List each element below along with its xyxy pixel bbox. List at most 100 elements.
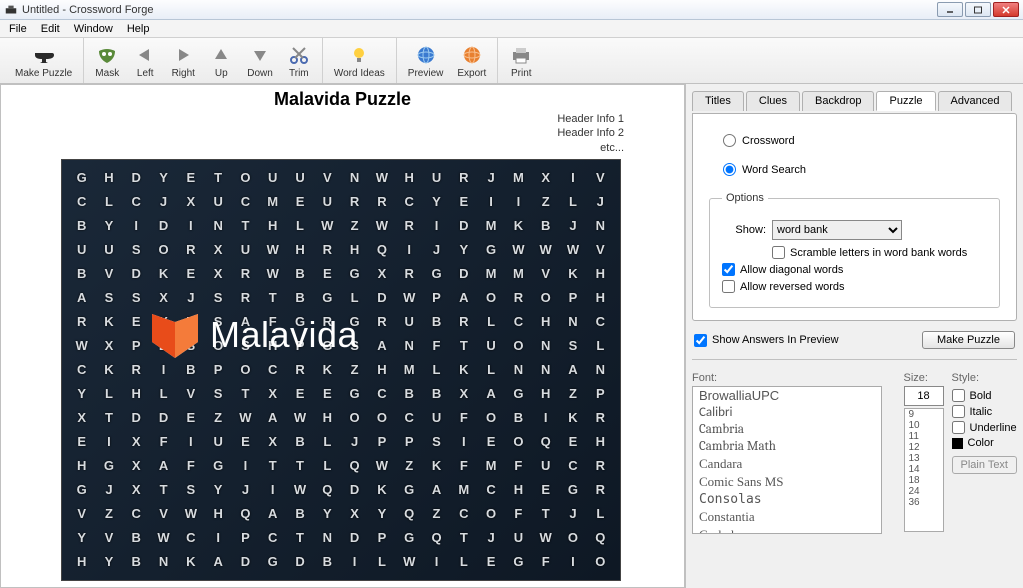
grid-cell: Q [314,478,341,502]
size-item[interactable]: 13 [905,453,943,464]
grid-cell: K [505,214,532,238]
make-puzzle-button[interactable]: Make Puzzle [8,40,79,82]
printer-icon [509,43,533,67]
up-button[interactable]: Up [202,40,240,82]
reversed-checkbox[interactable] [722,280,735,293]
grid-cell: W [368,454,395,478]
color-swatch[interactable] [952,438,963,449]
grid-cell: K [95,310,122,334]
print-button[interactable]: Print [502,40,540,82]
grid-cell: A [150,454,177,478]
grid-cell: A [368,334,395,358]
bold-checkbox[interactable] [952,389,965,402]
minimize-button[interactable] [937,2,963,17]
tab-clues[interactable]: Clues [746,91,800,111]
grid-cell: H [587,262,614,286]
grid-cell: U [423,166,450,190]
italic-checkbox[interactable] [952,405,965,418]
size-item[interactable]: 12 [905,442,943,453]
make-puzzle-button[interactable]: Make Puzzle [922,331,1015,349]
font-item[interactable]: Comic Sans MS [693,473,881,491]
menu-help[interactable]: Help [120,21,157,37]
close-button[interactable] [993,2,1019,17]
font-item[interactable]: Consolas [693,491,881,508]
toolbar-label: Preview [408,68,444,79]
grid-cell: H [505,478,532,502]
trim-button[interactable]: Trim [280,40,318,82]
maximize-button[interactable] [965,2,991,17]
diagonal-checkbox[interactable] [722,263,735,276]
grid-cell: T [95,406,122,430]
grid-cell: G [477,238,504,262]
font-item[interactable]: Candara [693,455,881,473]
grid-cell: L [450,550,477,574]
menu-window[interactable]: Window [67,21,120,37]
grid-cell: H [204,502,231,526]
grid-cell: X [532,166,559,190]
wordsearch-radio[interactable] [723,163,736,176]
grid-cell: Q [232,502,259,526]
size-item[interactable]: 36 [905,497,943,508]
grid-cell: Z [532,190,559,214]
font-item[interactable]: Cambria Math [693,438,881,455]
grid-cell: D [450,214,477,238]
grid-cell: M [505,166,532,190]
plain-text-button[interactable]: Plain Text [952,456,1018,474]
grid-cell: I [177,430,204,454]
tab-backdrop[interactable]: Backdrop [802,91,874,111]
logo-overlay: Malavida [148,308,358,362]
grid-cell: L [587,502,614,526]
grid-cell: A [259,502,286,526]
grid-cell: S [177,478,204,502]
grid-cell: U [423,406,450,430]
grid-cell: C [232,190,259,214]
crossword-radio[interactable] [723,134,736,147]
grid-cell: W [368,214,395,238]
size-item[interactable]: 11 [905,431,943,442]
grid-cell: L [314,454,341,478]
grid-cell: D [286,550,313,574]
grid-cell: R [314,238,341,262]
grid-cell: C [123,502,150,526]
grid-cell: K [559,406,586,430]
preview-button[interactable]: Preview [401,40,451,82]
font-item[interactable]: Corbel [693,526,881,534]
export-button[interactable]: Export [450,40,493,82]
grid-cell: W [396,286,423,310]
menu-file[interactable]: File [2,21,34,37]
tab-advanced[interactable]: Advanced [938,91,1013,111]
scramble-checkbox[interactable] [772,246,785,259]
font-item[interactable]: BrowalliaUPC [693,387,881,404]
size-list[interactable]: 91011121314182436 [904,408,944,532]
grid-cell: O [150,238,177,262]
size-item[interactable]: 18 [905,475,943,486]
size-input[interactable] [904,386,944,406]
grid-cell: B [532,214,559,238]
grid-cell: O [559,526,586,550]
anvil-icon [32,43,56,67]
font-item[interactable]: Cambria [693,421,881,438]
grid-cell: F [177,454,204,478]
size-item[interactable]: 9 [905,409,943,420]
left-button[interactable]: Left [126,40,164,82]
right-button[interactable]: Right [164,40,202,82]
mask-button[interactable]: Mask [88,40,126,82]
size-item[interactable]: 24 [905,486,943,497]
size-item[interactable]: 10 [905,420,943,431]
tab-puzzle[interactable]: Puzzle [876,91,935,111]
grid-cell: W [68,334,95,358]
menu-edit[interactable]: Edit [34,21,67,37]
tab-titles[interactable]: Titles [692,91,744,111]
show-answers-checkbox[interactable] [694,334,707,347]
grid-cell: Q [341,454,368,478]
font-item[interactable]: Calibri [693,404,881,421]
size-item[interactable]: 14 [905,464,943,475]
font-item[interactable]: Constantia [693,508,881,526]
grid-cell: Y [95,214,122,238]
down-button[interactable]: Down [240,40,280,82]
underline-checkbox[interactable] [952,421,965,434]
font-list[interactable]: BrowalliaUPCCalibriCambriaCambria MathCa… [692,386,882,534]
grid-cell: E [450,190,477,214]
show-select[interactable]: word bank [772,220,902,240]
word-ideas-button[interactable]: Word Ideas [327,40,392,82]
